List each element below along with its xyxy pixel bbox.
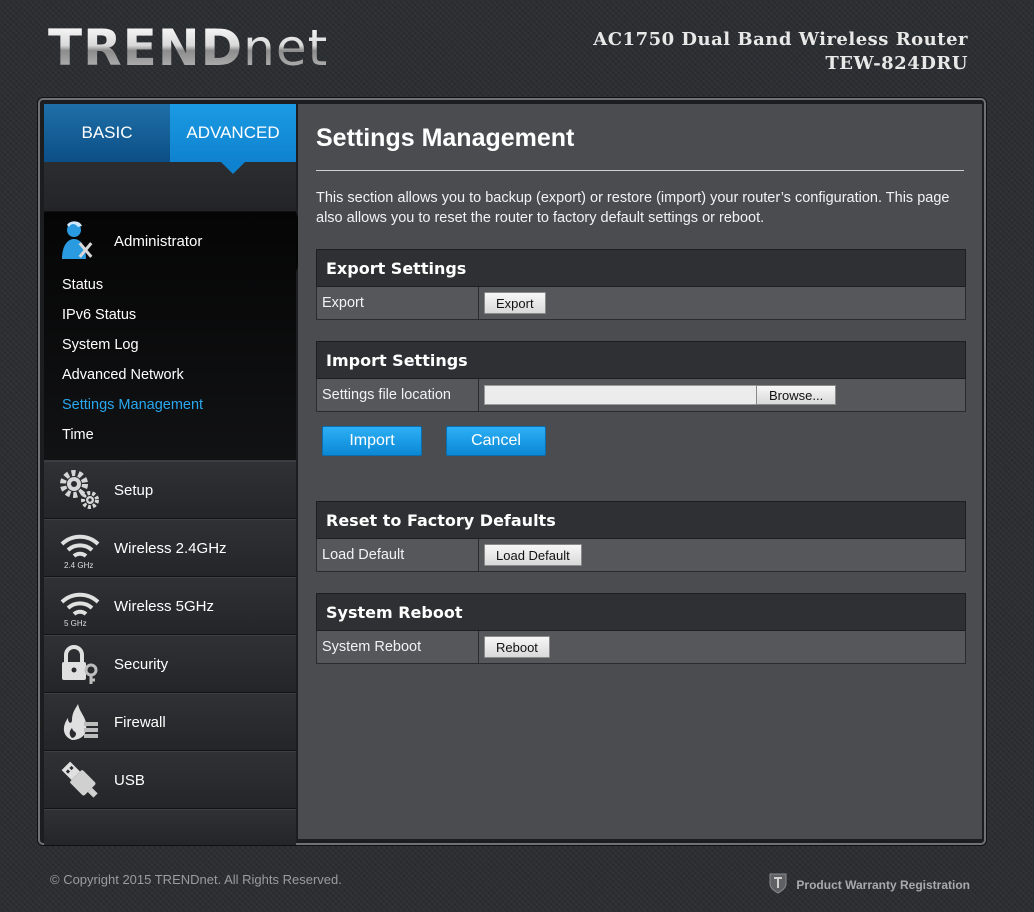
import-row: Settings file location Browse... [316, 379, 966, 412]
sidebar-item-usb[interactable]: USB [44, 751, 296, 809]
sidebar-item-setup[interactable]: Setup [44, 461, 296, 519]
load-default-button[interactable]: Load Default [484, 544, 582, 566]
sidebar-subitem-status[interactable]: Status [44, 270, 296, 300]
reboot-button[interactable]: Reboot [484, 636, 550, 658]
export-button[interactable]: Export [484, 292, 546, 314]
sidebar-subitem-system-log[interactable]: System Log [44, 330, 296, 360]
product-warranty-link[interactable]: Product Warranty Registration [768, 872, 970, 897]
sidebar-item-administrator[interactable]: Administrator [44, 212, 296, 270]
sidebar-item-label: Wireless 2.4GHz [114, 539, 227, 557]
tab-advanced[interactable]: ADVANCED [170, 104, 296, 174]
sidebar-item-firewall[interactable]: Firewall [44, 693, 296, 751]
wifi-icon: 5 GHz [58, 584, 102, 628]
content-panel: Settings Management This section allows … [298, 104, 982, 839]
file-picker: Browse... [479, 379, 965, 411]
sidebar: BASIC ADVANCED Administrator Status IPv6… [44, 104, 306, 845]
browse-button[interactable]: Browse... [756, 385, 837, 405]
section-heading: Export Settings [316, 249, 966, 287]
product-model: TEW-824DRU [825, 53, 968, 74]
load-default-label: Load Default [317, 539, 479, 571]
wifi-icon: 2.4 GHz [58, 526, 102, 570]
sidebar-item-label: Firewall [114, 713, 166, 731]
sidebar-footer [44, 809, 296, 845]
mode-tabs: BASIC ADVANCED [44, 104, 296, 174]
firewall-icon [58, 700, 102, 744]
export-value: Export [479, 287, 965, 319]
page-description: This section allows you to backup (expor… [316, 190, 950, 226]
main-frame: BASIC ADVANCED Administrator Status IPv6… [38, 98, 986, 845]
sidebar-item-wireless-24ghz[interactable]: 2.4 GHz Wireless 2.4GHz [44, 519, 296, 577]
tab-basic[interactable]: BASIC [44, 104, 170, 162]
sidebar-item-label: Administrator [114, 232, 203, 250]
sidebar-item-label: Wireless 5GHz [114, 597, 215, 615]
settings-file-input[interactable] [484, 385, 756, 405]
sidebar-item-label: Setup [114, 481, 154, 499]
administrator-icon [58, 219, 102, 263]
sidebar-item-label: USB [114, 771, 145, 789]
import-settings-section: Import Settings Settings file location B… [316, 341, 966, 456]
product-info: AC1750 Dual Band Wireless Router TEW-824… [593, 28, 968, 76]
export-settings-section: Export Settings Export Export [316, 249, 966, 320]
sidebar-item-label: Security [114, 655, 169, 673]
section-heading: System Reboot [316, 593, 966, 631]
reset-factory-defaults-section: Reset to Factory Defaults Load Default L… [316, 501, 966, 572]
shield-icon [768, 872, 788, 897]
import-actions: Import Cancel [322, 426, 966, 456]
page-title: Settings Management [316, 124, 575, 152]
sidebar-subitem-ipv6-status[interactable]: IPv6 Status [44, 300, 296, 330]
band-label: 2.4 GHz [64, 561, 94, 570]
sidebar-section-administrator: Administrator Status IPv6 Status System … [44, 212, 306, 461]
sidebar-subitem-advanced-network[interactable]: Advanced Network [44, 360, 296, 390]
lock-key-icon [58, 642, 102, 686]
sidebar-item-wireless-5ghz[interactable]: 5 GHz Wireless 5GHz [44, 577, 296, 635]
warranty-label: Product Warranty Registration [796, 877, 970, 892]
export-label: Export [317, 287, 479, 319]
system-reboot-value: Reboot [479, 631, 965, 663]
gears-icon [58, 468, 102, 512]
copyright-text: © Copyright 2015 TRENDnet. All Rights Re… [50, 872, 342, 887]
cancel-button[interactable]: Cancel [446, 426, 546, 456]
sidebar-spacer [44, 162, 296, 212]
load-default-row: Load Default Load Default [316, 539, 966, 572]
load-default-value: Load Default [479, 539, 965, 571]
sidebar-subitem-settings-management[interactable]: Settings Management [44, 390, 296, 420]
system-reboot-label: System Reboot [317, 631, 479, 663]
sidebar-item-security[interactable]: Security [44, 635, 296, 693]
section-heading: Reset to Factory Defaults [316, 501, 966, 539]
settings-file-location-label: Settings file location [317, 379, 479, 411]
trendnet-logo: TRENDnet [48, 19, 329, 77]
system-reboot-row: System Reboot Reboot [316, 631, 966, 664]
import-button[interactable]: Import [322, 426, 422, 456]
product-name: AC1750 Dual Band Wireless Router [593, 29, 968, 50]
band-label: 5 GHz [64, 619, 87, 628]
sidebar-subitem-time[interactable]: Time [44, 420, 296, 450]
system-reboot-section: System Reboot System Reboot Reboot [316, 593, 966, 664]
section-heading: Import Settings [316, 341, 966, 379]
export-row: Export Export [316, 287, 966, 320]
title-divider [316, 170, 964, 171]
usb-icon [58, 758, 102, 802]
